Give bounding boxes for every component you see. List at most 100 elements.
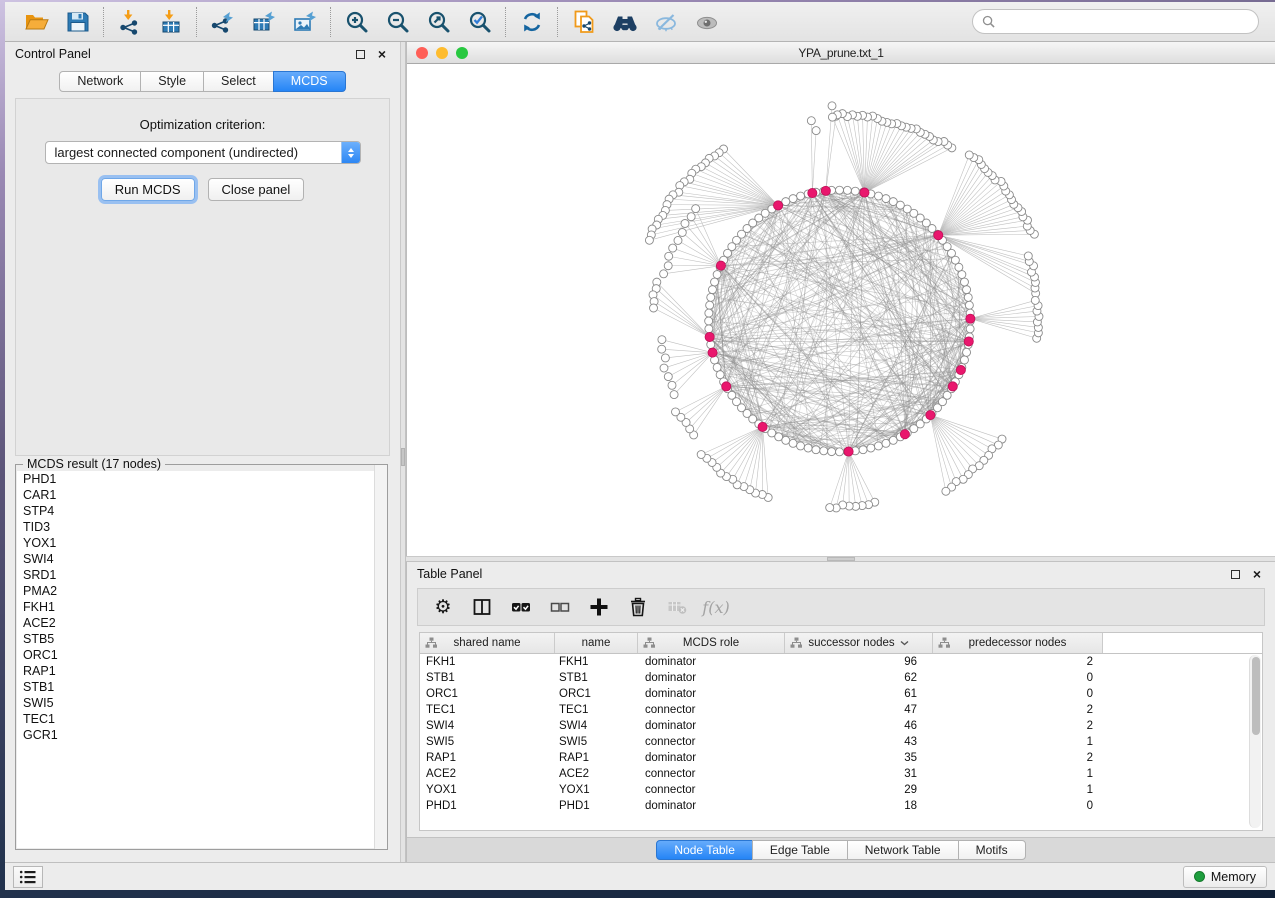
cell-predecessor-nodes[interactable]: 0 bbox=[933, 672, 1103, 684]
column-header-predecessor-nodes[interactable]: predecessor nodes bbox=[933, 633, 1103, 653]
cell-mcds-role[interactable]: dominator bbox=[638, 672, 785, 684]
export-network-icon[interactable] bbox=[209, 8, 236, 35]
cell-shared-name[interactable]: TEC1 bbox=[420, 704, 555, 716]
zoom-out-icon[interactable] bbox=[384, 8, 411, 35]
result-list-item[interactable]: YOX1 bbox=[17, 535, 386, 551]
close-table-panel-button[interactable]: × bbox=[1249, 566, 1265, 582]
table-scrollbar-thumb[interactable] bbox=[1252, 657, 1260, 735]
cell-mcds-role[interactable]: dominator bbox=[638, 720, 785, 732]
result-list-item[interactable]: STB1 bbox=[17, 679, 386, 695]
cell-predecessor-nodes[interactable]: 0 bbox=[933, 800, 1103, 812]
cell-shared-name[interactable]: PHD1 bbox=[420, 800, 555, 812]
column-header-name[interactable]: name bbox=[555, 633, 638, 653]
result-list-item[interactable]: FKH1 bbox=[17, 599, 386, 615]
tab-select[interactable]: Select bbox=[203, 71, 274, 92]
cell-successor-nodes[interactable]: 29 bbox=[785, 784, 933, 796]
cell-successor-nodes[interactable]: 18 bbox=[785, 800, 933, 812]
cell-successor-nodes[interactable]: 31 bbox=[785, 768, 933, 780]
tab-mcds[interactable]: MCDS bbox=[273, 71, 346, 92]
run-mcds-button[interactable]: Run MCDS bbox=[101, 178, 195, 201]
cell-name[interactable]: FKH1 bbox=[555, 656, 638, 668]
cell-mcds-role[interactable]: connector bbox=[638, 736, 785, 748]
cell-name[interactable]: ORC1 bbox=[555, 688, 638, 700]
tab-style[interactable]: Style bbox=[140, 71, 204, 92]
tab-network[interactable]: Network bbox=[59, 71, 141, 92]
cell-predecessor-nodes[interactable]: 2 bbox=[933, 656, 1103, 668]
cell-name[interactable]: STB1 bbox=[555, 672, 638, 684]
float-panel-button[interactable] bbox=[352, 46, 368, 62]
open-file-icon[interactable] bbox=[23, 8, 50, 35]
table-row-swi5[interactable]: SWI5SWI5connector431 bbox=[420, 734, 1248, 750]
result-list-item[interactable]: RAP1 bbox=[17, 663, 386, 679]
result-list-item[interactable]: STP4 bbox=[17, 503, 386, 519]
table-row-rap1[interactable]: RAP1RAP1dominator352 bbox=[420, 750, 1248, 766]
export-image-icon[interactable] bbox=[291, 8, 318, 35]
cell-shared-name[interactable]: ORC1 bbox=[420, 688, 555, 700]
result-list-item[interactable]: SWI5 bbox=[17, 695, 386, 711]
network-graph[interactable] bbox=[407, 64, 1275, 556]
column-header-successor-nodes[interactable]: successor nodes bbox=[785, 633, 933, 653]
result-list-item[interactable]: SRD1 bbox=[17, 567, 386, 583]
zoom-selected-icon[interactable] bbox=[466, 8, 493, 35]
cell-successor-nodes[interactable]: 43 bbox=[785, 736, 933, 748]
result-list-item[interactable]: STB5 bbox=[17, 631, 386, 647]
column-settings-gear-icon[interactable]: ⚙ bbox=[432, 596, 454, 618]
import-table-icon[interactable] bbox=[157, 8, 184, 35]
cell-shared-name[interactable]: ACE2 bbox=[420, 768, 555, 780]
splitter-grip[interactable] bbox=[401, 448, 405, 466]
zoom-fit-icon[interactable] bbox=[425, 8, 452, 35]
result-list-item[interactable]: TEC1 bbox=[17, 711, 386, 727]
cell-successor-nodes[interactable]: 96 bbox=[785, 656, 933, 668]
cell-successor-nodes[interactable]: 47 bbox=[785, 704, 933, 716]
cell-mcds-role[interactable]: dominator bbox=[638, 688, 785, 700]
cell-shared-name[interactable]: YOX1 bbox=[420, 784, 555, 796]
result-list-item[interactable]: SWI4 bbox=[17, 551, 386, 567]
refresh-view-icon[interactable] bbox=[518, 8, 545, 35]
cell-name[interactable]: ACE2 bbox=[555, 768, 638, 780]
table-scrollbar[interactable] bbox=[1249, 655, 1261, 828]
task-history-button[interactable] bbox=[13, 866, 43, 888]
table-row-swi4[interactable]: SWI4SWI4dominator462 bbox=[420, 718, 1248, 734]
result-list-item[interactable]: CAR1 bbox=[17, 487, 386, 503]
column-header-mcds-role[interactable]: MCDS role bbox=[638, 633, 785, 653]
cell-mcds-role[interactable]: dominator bbox=[638, 800, 785, 812]
cell-successor-nodes[interactable]: 35 bbox=[785, 752, 933, 764]
show-all-eye-icon[interactable] bbox=[693, 8, 720, 35]
table-row-tec1[interactable]: TEC1TEC1connector472 bbox=[420, 702, 1248, 718]
result-list-item[interactable]: ACE2 bbox=[17, 615, 386, 631]
delete-rows-trash-icon[interactable] bbox=[627, 596, 649, 618]
cell-name[interactable]: RAP1 bbox=[555, 752, 638, 764]
cell-shared-name[interactable]: SWI4 bbox=[420, 720, 555, 732]
cell-successor-nodes[interactable]: 46 bbox=[785, 720, 933, 732]
result-list-item[interactable]: PMA2 bbox=[17, 583, 386, 599]
result-list-item[interactable]: TID3 bbox=[17, 519, 386, 535]
close-mcds-panel-button[interactable]: Close panel bbox=[208, 178, 305, 201]
mcds-list-scrollbar[interactable] bbox=[374, 465, 387, 849]
result-list-item[interactable]: GCR1 bbox=[17, 727, 386, 743]
table-row-fkh1[interactable]: FKH1FKH1dominator962 bbox=[420, 654, 1248, 670]
zoom-in-icon[interactable] bbox=[343, 8, 370, 35]
cell-successor-nodes[interactable]: 62 bbox=[785, 672, 933, 684]
tab-motifs[interactable]: Motifs bbox=[958, 840, 1026, 860]
cell-shared-name[interactable]: FKH1 bbox=[420, 656, 555, 668]
cell-predecessor-nodes[interactable]: 2 bbox=[933, 704, 1103, 716]
optimization-criterion-select[interactable]: largest connected component (undirected) bbox=[45, 141, 361, 164]
cell-successor-nodes[interactable]: 61 bbox=[785, 688, 933, 700]
cell-mcds-role[interactable]: connector bbox=[638, 704, 785, 716]
search-field[interactable] bbox=[972, 9, 1259, 34]
table-row-yox1[interactable]: YOX1YOX1connector291 bbox=[420, 782, 1248, 798]
cell-mcds-role[interactable]: dominator bbox=[638, 752, 785, 764]
select-all-icon[interactable] bbox=[510, 596, 532, 618]
cell-mcds-role[interactable]: connector bbox=[638, 768, 785, 780]
cell-predecessor-nodes[interactable]: 1 bbox=[933, 784, 1103, 796]
save-session-icon[interactable] bbox=[64, 8, 91, 35]
panel-splitter-horizontal[interactable] bbox=[406, 556, 1275, 562]
cell-mcds-role[interactable]: connector bbox=[638, 784, 785, 796]
deselect-all-icon[interactable] bbox=[549, 596, 571, 618]
panel-splitter-vertical[interactable] bbox=[400, 42, 406, 862]
cell-predecessor-nodes[interactable]: 1 bbox=[933, 736, 1103, 748]
clone-network-icon[interactable] bbox=[570, 8, 597, 35]
tab-node-table[interactable]: Node Table bbox=[656, 840, 753, 860]
cell-shared-name[interactable]: STB1 bbox=[420, 672, 555, 684]
cell-name[interactable]: PHD1 bbox=[555, 800, 638, 812]
